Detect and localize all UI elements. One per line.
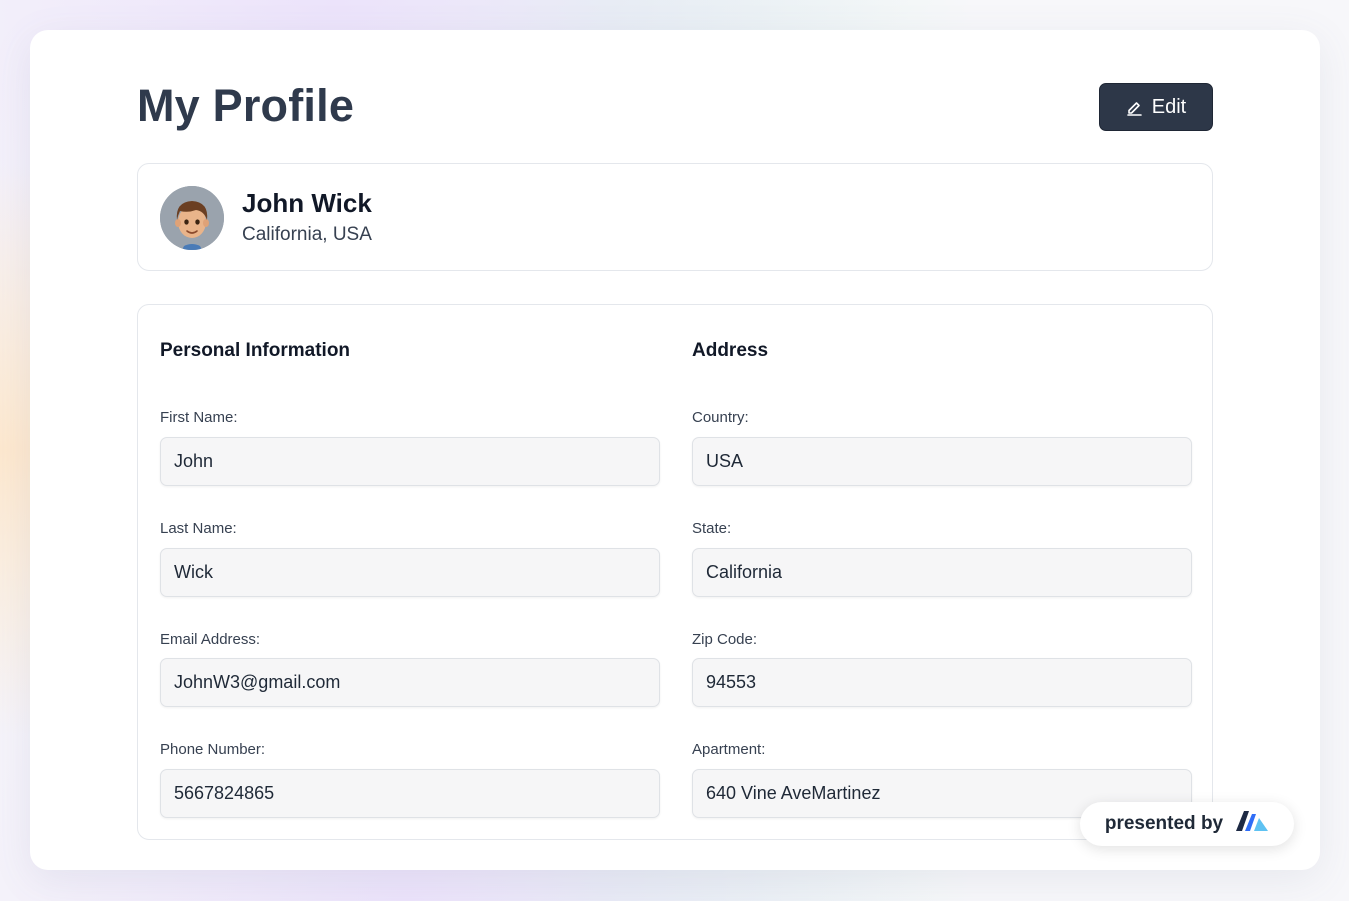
presented-by-label: presented by [1104, 813, 1224, 834]
apartment-label: Apartment: [692, 741, 766, 758]
zip-code-label: Zip Code: [692, 631, 758, 648]
edit-button-label: Edit [1151, 95, 1187, 118]
state-input[interactable] [692, 548, 1192, 597]
phone-input[interactable] [160, 769, 660, 818]
brand-logo-icon [1235, 810, 1269, 838]
email-input[interactable] [160, 658, 660, 707]
user-name: John Wick [242, 188, 372, 218]
edit-button[interactable]: Edit [1099, 83, 1213, 131]
avatar [160, 186, 224, 250]
profile-page-card: My Profile Edit John Wick California, US… [30, 30, 1320, 870]
last-name-label: Last Name: [160, 520, 237, 537]
user-location: California, USA [242, 224, 372, 245]
personal-info-heading: Personal Information [160, 340, 351, 361]
country-input[interactable] [692, 437, 1192, 486]
first-name-input[interactable] [160, 437, 660, 486]
country-label: Country: [692, 409, 749, 426]
last-name-input[interactable] [160, 548, 660, 597]
pencil-icon [1126, 99, 1143, 116]
page-title: My Profile [137, 80, 355, 131]
info-card: Personal Information Address First Name:… [137, 304, 1213, 840]
address-heading: Address [692, 340, 769, 361]
zip-code-input[interactable] [692, 658, 1192, 707]
phone-label: Phone Number: [160, 741, 266, 758]
profile-summary-card: John Wick California, USA [137, 163, 1213, 271]
state-label: State: [692, 520, 732, 537]
email-label: Email Address: [160, 631, 261, 648]
presented-by-badge[interactable]: presented by [1080, 802, 1294, 846]
first-name-label: First Name: [160, 409, 238, 426]
